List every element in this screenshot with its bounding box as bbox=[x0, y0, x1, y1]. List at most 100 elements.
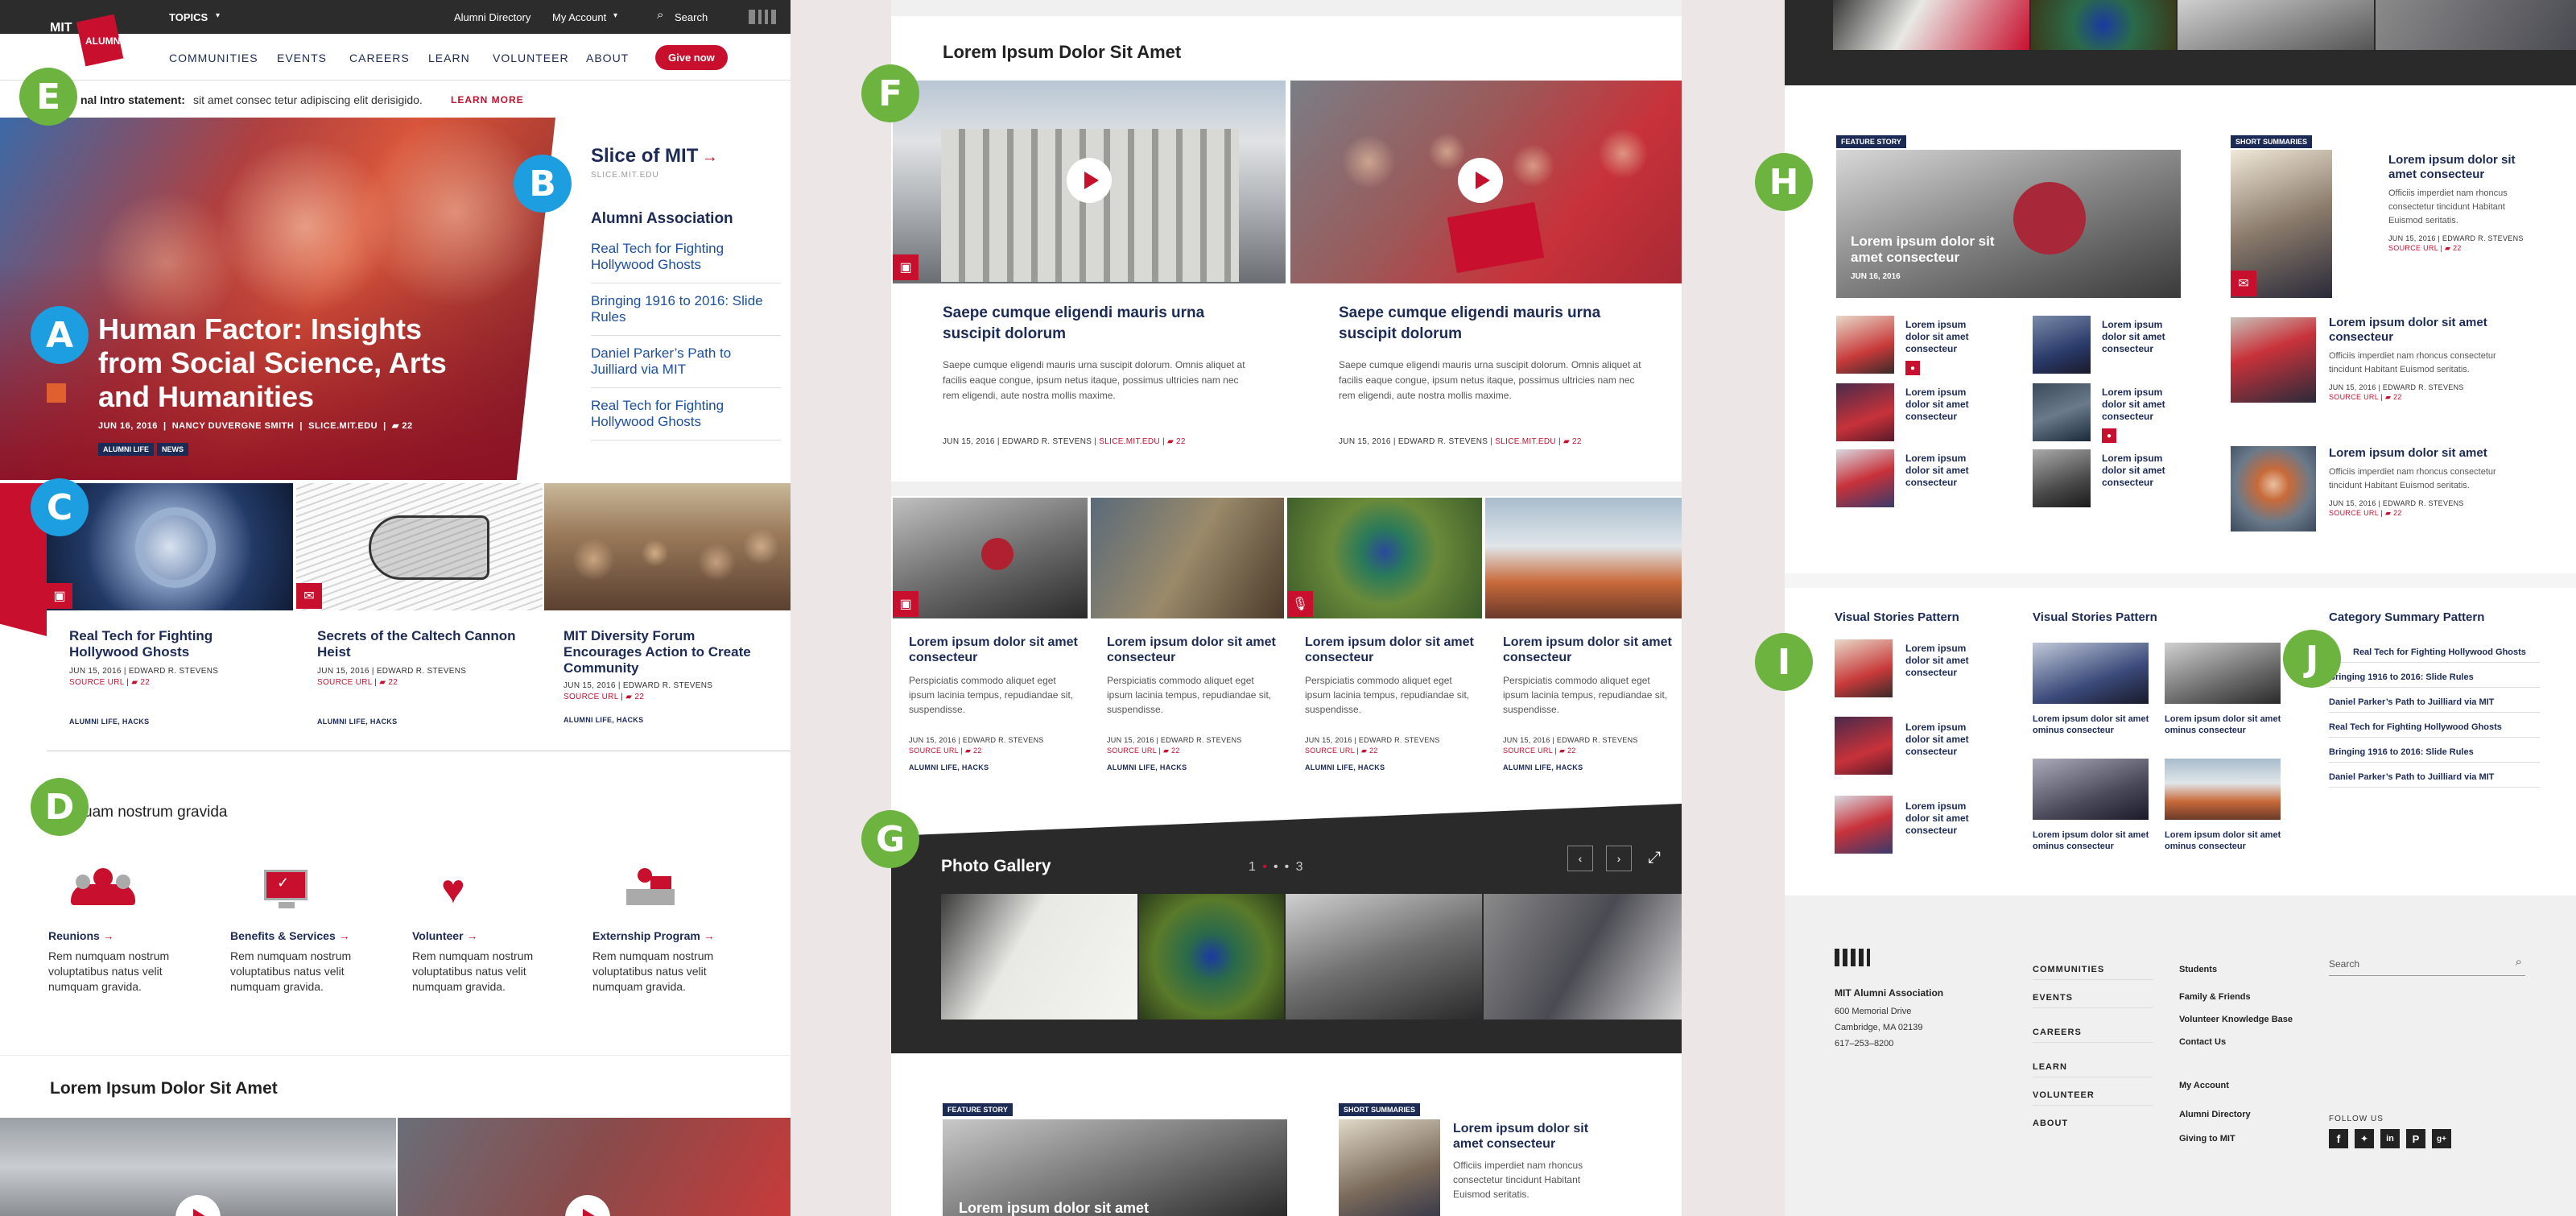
small-card-image[interactable] bbox=[1287, 498, 1482, 618]
category-link[interactable]: Daniel Parker’s Path to Juilliard via MI… bbox=[2329, 763, 2540, 788]
nav-volunteer[interactable]: VOLUNTEER bbox=[493, 52, 569, 64]
pinterest-icon[interactable]: P bbox=[2406, 1129, 2425, 1148]
footer-link[interactable]: Contact Us bbox=[2179, 1024, 2308, 1047]
footer-nav-link[interactable]: CAREERS bbox=[2033, 1008, 2153, 1043]
nav-learn[interactable]: LEARN bbox=[428, 52, 470, 64]
gallery-photo[interactable] bbox=[1484, 894, 1682, 1020]
learn-more-link[interactable]: LEARN MORE bbox=[451, 94, 524, 105]
card-title[interactable]: MIT Diversity Forum Encourages Action to… bbox=[564, 628, 773, 676]
source-link[interactable]: SOURCE URL bbox=[317, 678, 372, 687]
small-card-title[interactable]: Lorem ipsum dolor sit amet consecteur bbox=[1107, 635, 1276, 665]
video-card-title[interactable]: Saepe cumque eligendi mauris urna suscip… bbox=[1339, 303, 1645, 345]
source-link[interactable]: SOURCE URL bbox=[1305, 747, 1355, 755]
summary-title[interactable]: Lorem ipsum dolor sit amet consecteur bbox=[1453, 1121, 1606, 1152]
footer-link[interactable]: Alumni Directory bbox=[2179, 1090, 2308, 1119]
video-thumb-building[interactable] bbox=[0, 1118, 396, 1216]
source-link[interactable]: SLICE.MIT.EDU bbox=[1495, 437, 1556, 446]
mini-title[interactable]: Lorem ipsum dolor sit amet consecteur bbox=[2102, 453, 2182, 489]
page-dot[interactable]: • bbox=[1274, 860, 1278, 874]
visual-thumb[interactable] bbox=[2165, 643, 2281, 704]
gallery-photo[interactable] bbox=[1139, 894, 1284, 1020]
footer-search-input[interactable]: Search bbox=[2329, 958, 2359, 970]
page-dot-active[interactable]: • bbox=[1262, 860, 1267, 874]
footer-link[interactable]: Family & Friends bbox=[2179, 979, 2308, 1002]
linkedin-icon[interactable]: in bbox=[2380, 1129, 2400, 1148]
mit-logo[interactable] bbox=[1835, 949, 1870, 966]
mini-thumb[interactable] bbox=[1836, 449, 1894, 507]
visual-title[interactable]: Lorem ipsum dolor sit amet consecteur bbox=[1905, 722, 1986, 758]
small-card-image[interactable] bbox=[1485, 498, 1682, 618]
summary-thumb[interactable] bbox=[1339, 1119, 1440, 1216]
video-thumb-building[interactable] bbox=[893, 81, 1286, 283]
gallery-photo[interactable] bbox=[1286, 894, 1482, 1020]
card-title[interactable]: Real Tech for Fighting Hollywood Ghosts bbox=[69, 628, 279, 660]
video-thumb-crowd[interactable] bbox=[398, 1118, 791, 1216]
footer-nav-link[interactable]: LEARN bbox=[2033, 1043, 2153, 1077]
source-link[interactable]: SOURCE URL bbox=[564, 693, 618, 701]
mini-title[interactable]: Lorem ipsum dolor sit amet consecteur bbox=[1905, 319, 1986, 355]
footer-link[interactable]: Volunteer Knowledge Base bbox=[2179, 1002, 2308, 1024]
footer-link[interactable]: Giving to MIT bbox=[2179, 1119, 2308, 1144]
card-tags[interactable]: ALUMNI LIFE, HACKS bbox=[1503, 763, 1672, 771]
feature-image[interactable]: Lorem ipsum dolor sit amet consecteur bbox=[943, 1119, 1287, 1216]
gallery-photo[interactable] bbox=[1833, 0, 2029, 50]
alumni-directory-link[interactable]: Alumni Directory bbox=[454, 11, 530, 23]
page-dot[interactable]: • bbox=[1285, 860, 1290, 874]
prev-button[interactable]: ‹ bbox=[1567, 846, 1593, 871]
service-title[interactable]: Reunions → bbox=[48, 929, 201, 942]
small-card-title[interactable]: Lorem ipsum dolor sit amet consecteur bbox=[1305, 635, 1474, 665]
category-link[interactable]: Bringing 1916 to 2016: Slide Rules bbox=[2329, 663, 2540, 688]
next-button[interactable]: › bbox=[1606, 846, 1632, 871]
slice-link[interactable]: Real Tech for Fighting Hollywood Ghosts bbox=[591, 231, 781, 283]
tag-alumni-life[interactable]: ALUMNI LIFE bbox=[98, 443, 154, 456]
visual-title[interactable]: Lorem ipsum dolor sit amet ominus consec… bbox=[2165, 713, 2285, 736]
search-link[interactable]: Search bbox=[675, 11, 708, 23]
source-link[interactable]: SOURCE URL bbox=[909, 747, 959, 755]
play-icon[interactable] bbox=[565, 1195, 610, 1216]
my-account-menu[interactable]: My Account bbox=[552, 11, 606, 23]
footer-nav-link[interactable]: VOLUNTEER bbox=[2033, 1077, 2153, 1106]
video-card-title[interactable]: Saepe cumque eligendi mauris urna suscip… bbox=[943, 303, 1249, 345]
feature-image[interactable]: Lorem ipsum dolor sit amet consecteur JU… bbox=[1836, 150, 2181, 298]
tag-news[interactable]: NEWS bbox=[157, 443, 188, 456]
category-link[interactable]: Real Tech for Fighting Hollywood Ghosts bbox=[2329, 713, 2540, 738]
small-card-title[interactable]: Lorem ipsum dolor sit amet consecteur bbox=[1503, 635, 1672, 665]
mini-thumb[interactable] bbox=[2033, 383, 2091, 441]
small-card-image[interactable] bbox=[1091, 498, 1284, 618]
summary-thumb[interactable] bbox=[2231, 317, 2316, 403]
feature-overlay-title[interactable]: Lorem ipsum dolor sit amet consecteur bbox=[1851, 234, 2028, 266]
mini-thumb[interactable] bbox=[1836, 383, 1894, 441]
card-tags[interactable]: ALUMNI LIFE, HACKS bbox=[1305, 763, 1474, 771]
fullscreen-icon[interactable]: ⤢ bbox=[1648, 849, 1661, 867]
nav-about[interactable]: ABOUT bbox=[586, 52, 629, 64]
summary-title[interactable]: Lorem ipsum dolor sit amet consecteur bbox=[2388, 153, 2541, 182]
visual-title[interactable]: Lorem ipsum dolor sit amet ominus consec… bbox=[2033, 713, 2153, 736]
mini-thumb[interactable] bbox=[2033, 316, 2091, 374]
visual-title[interactable]: Lorem ipsum dolor sit amet consecteur bbox=[1905, 643, 1986, 679]
nav-careers[interactable]: CAREERS bbox=[349, 52, 410, 64]
summary-title[interactable]: Lorem ipsum dolor sit amet consecteur bbox=[2329, 316, 2538, 345]
summary-title[interactable]: Lorem ipsum dolor sit amet bbox=[2329, 446, 2538, 461]
visual-thumb[interactable] bbox=[2033, 759, 2149, 820]
mini-title[interactable]: Lorem ipsum dolor sit amet consecteur bbox=[2102, 387, 2182, 423]
mini-thumb[interactable] bbox=[2033, 449, 2091, 507]
category-link[interactable]: Real Tech for Fighting Hollywood Ghosts bbox=[2329, 643, 2540, 663]
card-tags[interactable]: ALUMNI LIFE, HACKS bbox=[564, 716, 773, 724]
slice-title[interactable]: Slice of MIT bbox=[591, 145, 698, 167]
visual-thumb[interactable] bbox=[1835, 796, 1893, 854]
footer-link[interactable]: Students bbox=[2179, 960, 2308, 979]
card-title[interactable]: Secrets of the Caltech Cannon Heist bbox=[317, 628, 526, 660]
hero-title[interactable]: Human Factor: Insights from Social Scien… bbox=[98, 312, 485, 414]
visual-title[interactable]: Lorem ipsum dolor sit amet ominus consec… bbox=[2033, 829, 2153, 852]
video-thumb-crowd[interactable] bbox=[1290, 81, 1682, 283]
gallery-photo[interactable] bbox=[941, 894, 1137, 1020]
play-icon[interactable] bbox=[1067, 158, 1112, 203]
card-tags[interactable]: ALUMNI LIFE, HACKS bbox=[69, 718, 279, 726]
gallery-photo[interactable] bbox=[2376, 0, 2576, 50]
gallery-photo[interactable] bbox=[2031, 0, 2176, 50]
nav-communities[interactable]: COMMUNITIES bbox=[169, 52, 258, 64]
source-link[interactable]: SOURCE URL bbox=[1107, 747, 1157, 755]
service-title[interactable]: Externship Program → bbox=[592, 929, 753, 942]
category-link[interactable]: Bringing 1916 to 2016: Slide Rules bbox=[2329, 738, 2540, 763]
slice-link[interactable]: Daniel Parker’s Path to Juilliard via MI… bbox=[591, 336, 781, 388]
